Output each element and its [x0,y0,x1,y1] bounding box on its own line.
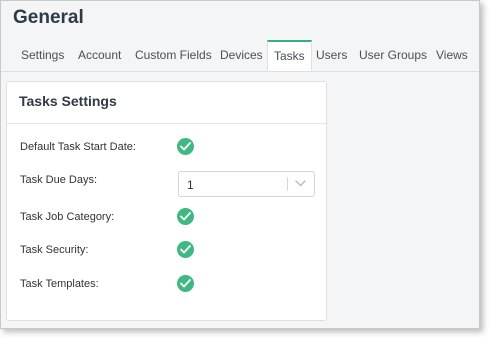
page-title: General [13,7,84,28]
task-due-days-label: Task Due Days: [20,174,98,186]
tab-account[interactable]: Account [78,40,121,71]
card-title: Tasks Settings [7,82,326,124]
tab-user-groups[interactable]: User Groups [359,40,427,71]
tab-views[interactable]: Views [436,40,468,71]
task-due-days-value: 1 [187,178,194,192]
tab-devices[interactable]: Devices [220,40,263,71]
tab-bar: Settings Account Custom Fields Devices T… [1,40,479,72]
tab-tasks[interactable]: Tasks [267,40,312,71]
task-security-label: Task Security: [20,244,89,256]
check-mark-icon [180,279,191,288]
chevron-down-icon[interactable] [295,178,306,188]
check-mark-icon [180,245,191,254]
task-job-category-label: Task Job Category: [20,211,115,223]
task-templates-check-icon[interactable] [177,275,194,292]
check-mark-icon [180,142,191,151]
select-divider [287,177,288,191]
task-templates-label: Task Templates: [20,278,99,290]
tasks-settings-card: Tasks Settings Default Task Start Date: … [6,81,327,321]
tab-settings[interactable]: Settings [21,40,64,71]
default-task-start-date-label: Default Task Start Date: [20,141,136,153]
task-security-check-icon[interactable] [177,241,194,258]
tab-custom-fields[interactable]: Custom Fields [135,40,212,71]
tab-users[interactable]: Users [316,40,347,71]
check-mark-icon [180,212,191,221]
task-job-category-check-icon[interactable] [177,208,194,225]
default-task-start-date-check-icon[interactable] [177,138,194,155]
task-due-days-select[interactable]: 1 [178,171,315,197]
settings-window: General Settings Account Custom Fields D… [0,0,480,329]
